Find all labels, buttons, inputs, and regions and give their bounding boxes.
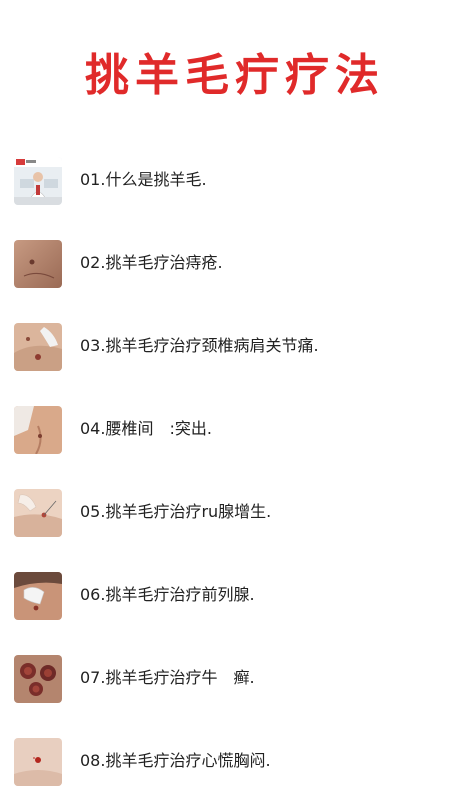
hand-treatment-thumbnail-icon: [14, 489, 62, 537]
list-item-03[interactable]: 03.挑羊毛疗治疗颈椎病肩关节痛.: [0, 316, 470, 376]
list-item-07[interactable]: 07.挑羊毛疔治疗牛 癣.: [0, 648, 470, 708]
item-label: 02.挑羊毛疗治痔疮.: [80, 253, 223, 272]
item-label: 05.挑羊毛疔治疗ru腺增生.: [80, 502, 272, 521]
item-label: 06.挑羊毛疔治疗前列腺.: [80, 585, 255, 604]
neck-treatment-thumbnail-icon: [14, 323, 62, 371]
list-item-01[interactable]: 01.什么是挑羊毛.: [0, 150, 470, 210]
back-treatment-thumbnail-icon: [14, 406, 62, 454]
list-item-06[interactable]: 06.挑羊毛疔治疗前列腺.: [0, 565, 470, 625]
video-thumbnail-icon: [14, 157, 62, 205]
item-label: 03.挑羊毛疗治疗颈椎病肩关节痛.: [80, 336, 319, 355]
cupping-thumbnail-icon: [14, 655, 62, 703]
glove-treatment-thumbnail-icon: [14, 572, 62, 620]
item-label: 04.腰椎间 :突出.: [80, 419, 212, 438]
list-item-05[interactable]: 05.挑羊毛疔治疗ru腺增生.: [0, 482, 470, 542]
skin-spot-thumbnail-icon: [14, 738, 62, 786]
item-label: 07.挑羊毛疔治疗牛 癣.: [80, 668, 255, 687]
skin-thumbnail-icon: [14, 240, 62, 288]
item-label: 01.什么是挑羊毛.: [80, 170, 207, 189]
page-title: 挑羊毛疔疗法: [85, 50, 385, 101]
list-item-04[interactable]: 04.腰椎间 :突出.: [0, 399, 470, 459]
list-item-08[interactable]: 08.挑羊毛疔治疗心慌胸闷.: [0, 731, 470, 791]
list-item-02[interactable]: 02.挑羊毛疗治痔疮.: [0, 233, 470, 293]
item-label: 08.挑羊毛疔治疗心慌胸闷.: [80, 751, 271, 770]
